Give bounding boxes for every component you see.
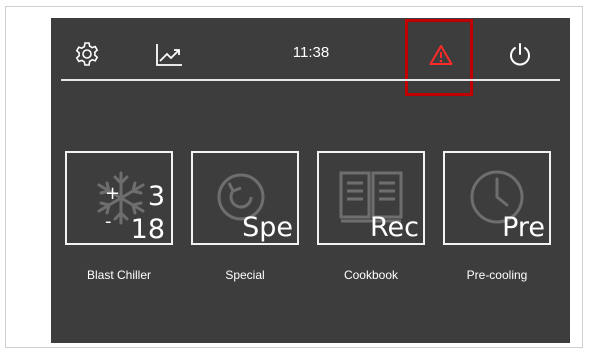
tile-blast-chiller[interactable]: + - 3 18 <box>65 151 173 245</box>
top-bar-divider <box>61 79 560 81</box>
tile-code-pre-cooling: Pre <box>502 212 545 243</box>
tile-pre-cooling[interactable]: Pre <box>443 151 551 245</box>
chart-trend-icon <box>156 44 182 66</box>
temperature-high-value: 3 <box>147 181 165 212</box>
temperature-low-value: 18 <box>130 214 165 245</box>
top-bar: 11:38 <box>51 18 570 96</box>
power-button[interactable] <box>505 40 535 70</box>
clock-display: 11:38 <box>292 44 330 61</box>
temperature-minus-sign: - <box>105 211 112 232</box>
power-icon <box>510 43 530 66</box>
tile-special[interactable]: Spe <box>191 151 299 245</box>
tile-code-cookbook: Rec <box>369 212 419 243</box>
tile-code-special: Spe <box>242 212 293 243</box>
tile-label-blast-chiller: Blast Chiller <box>86 268 152 282</box>
tile-cookbook[interactable]: Rec <box>317 151 425 245</box>
temperature-plus-sign: + <box>105 183 121 204</box>
alert-highlight-box <box>405 19 473 96</box>
device-screen: 11:38 + - 3 18 Blast Chiller Spe Special… <box>51 18 570 343</box>
tile-label-cookbook: Cookbook <box>343 268 399 282</box>
program-tiles: + - 3 18 Blast Chiller Spe Special Rec C… <box>65 151 565 291</box>
tile-label-pre-cooling: Pre-cooling <box>466 268 528 282</box>
tile-label-special: Special <box>225 268 265 282</box>
settings-button[interactable] <box>71 38 103 70</box>
app-frame: 11:38 + - 3 18 Blast Chiller Spe Special… <box>5 6 583 348</box>
statistics-button[interactable] <box>153 40 185 70</box>
gear-icon <box>75 42 99 66</box>
